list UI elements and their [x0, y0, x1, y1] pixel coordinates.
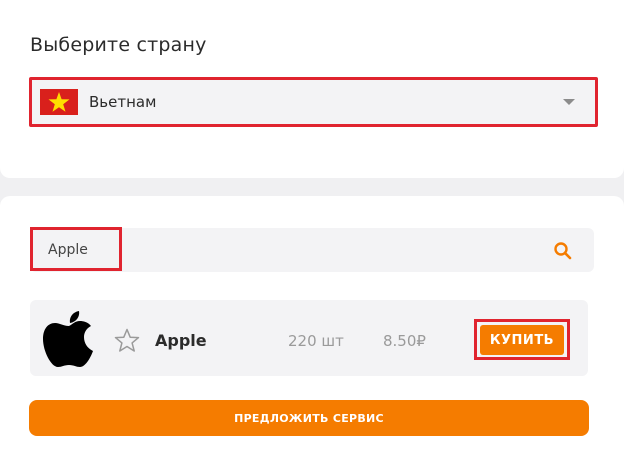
star-outline-icon[interactable]	[114, 328, 140, 353]
buy-button[interactable]: КУПИТЬ	[480, 325, 564, 355]
offer-service-button[interactable]: ПРЕДЛОЖИТЬ СЕРВИС	[29, 400, 589, 436]
service-name: Apple	[155, 331, 207, 350]
country-title: Выберите страну	[30, 34, 207, 56]
search-icon[interactable]	[553, 241, 573, 261]
search-input-value: Apple	[48, 242, 88, 258]
apple-logo-icon	[43, 311, 93, 367]
country-select-value: Вьетнам	[89, 93, 157, 111]
vietnam-flag-icon	[40, 89, 78, 115]
country-select[interactable]: Вьетнам	[29, 77, 598, 127]
service-count: 220 шт	[288, 332, 344, 350]
chevron-down-icon	[563, 99, 575, 105]
service-price: 8.50₽	[383, 332, 426, 350]
